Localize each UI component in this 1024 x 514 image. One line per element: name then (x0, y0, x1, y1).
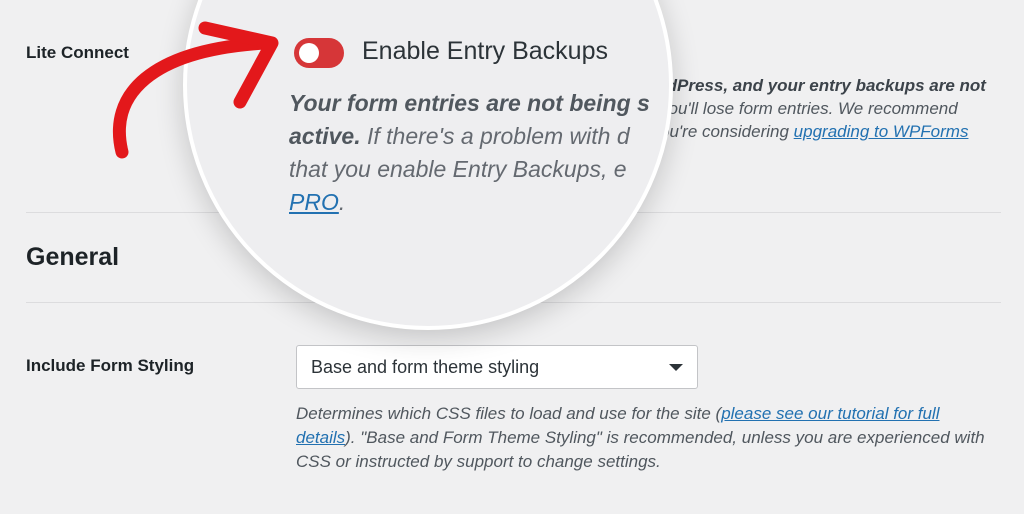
settings-page: Lite Connect rdPress, and your entry bac… (0, 0, 1024, 514)
annotation-arrow-icon (112, 21, 279, 159)
